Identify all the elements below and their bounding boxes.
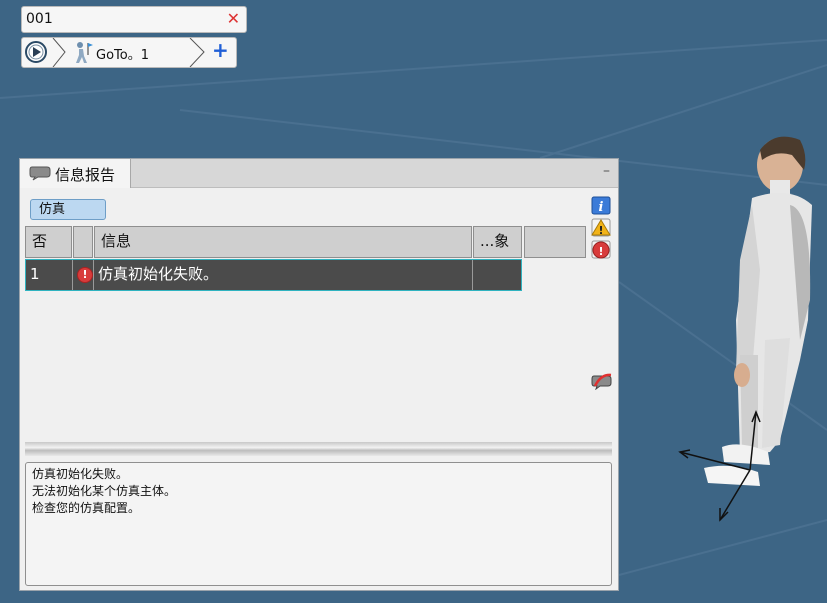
row-object [473, 260, 521, 290]
name-field[interactable]: 001 ✕ [21, 6, 247, 33]
details-line: 检查您的仿真配置。 [32, 501, 141, 515]
minimize-button[interactable]: – [603, 163, 610, 179]
svg-text:!: ! [598, 245, 603, 258]
column-header-object[interactable]: ...象 [473, 226, 522, 258]
row-number: 1 [26, 260, 73, 290]
chevron-right-icon [189, 38, 205, 67]
svg-text:i: i [599, 200, 604, 215]
filter-simulation-button[interactable]: 仿真 [30, 199, 106, 220]
column-header-message[interactable]: 信息 [94, 226, 472, 258]
pane-splitter[interactable] [25, 442, 612, 456]
speech-bubble-icon [29, 166, 51, 181]
details-line: 仿真初始化失败。 [32, 467, 129, 481]
column-header-extra[interactable] [524, 226, 586, 258]
row-severity: ! [73, 260, 94, 290]
error-filter-icon[interactable]: ! [591, 240, 611, 259]
information-report-panel: 信息报告 – 仿真 否 信息 ...象 1 ! 仿真初始化失败。 i ! ! 仿… [19, 158, 619, 591]
sequence-step-label[interactable]: GoTo。1 [96, 44, 149, 63]
details-line: 无法初始化某个仿真主体。 [32, 484, 177, 498]
name-field-value[interactable]: 001 [26, 11, 53, 27]
human-figure[interactable] [704, 136, 812, 486]
chevron-right-icon [52, 38, 66, 67]
svg-text:!: ! [598, 224, 603, 237]
row-message: 仿真初始化失败。 [94, 260, 473, 290]
warning-filter-icon[interactable]: ! [591, 218, 611, 237]
column-header-severity[interactable] [73, 226, 93, 258]
tab-title: 信息报告 [55, 166, 116, 184]
tab-information-report[interactable]: 信息报告 [20, 159, 131, 188]
table-row[interactable]: 1 ! 仿真初始化失败。 [25, 259, 522, 291]
error-icon: ! [77, 267, 93, 283]
clear-messages-icon[interactable] [591, 372, 613, 390]
column-header-number[interactable]: 否 [25, 226, 72, 258]
clear-name-icon[interactable]: ✕ [227, 9, 240, 29]
add-step-button[interactable]: + [212, 38, 229, 62]
play-icon[interactable] [25, 41, 47, 63]
tab-strip [131, 159, 618, 188]
message-details: 仿真初始化失败。 无法初始化某个仿真主体。 检查您的仿真配置。 [25, 462, 612, 586]
info-filter-icon[interactable]: i [591, 196, 611, 215]
sequence-bar: GoTo。1 + [21, 37, 237, 68]
walk-to-icon [76, 42, 93, 63]
